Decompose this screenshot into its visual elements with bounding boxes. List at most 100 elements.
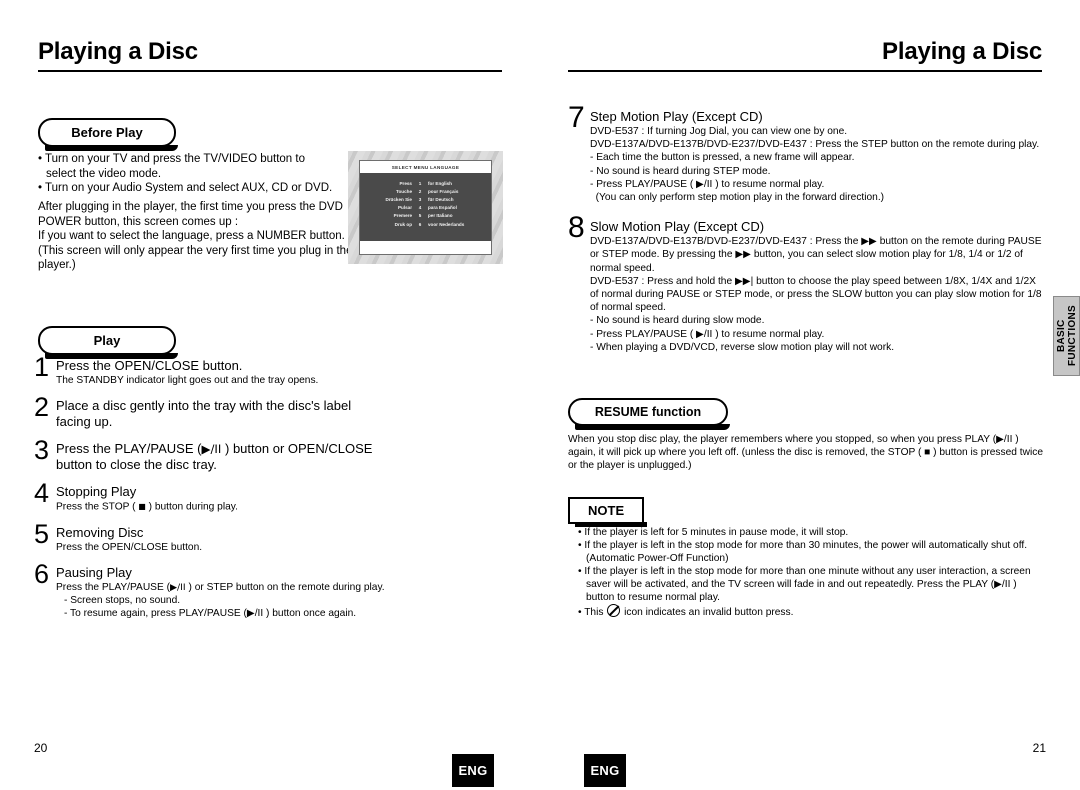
- before-play-paragraph-line: POWER button, this screen comes up :: [38, 215, 239, 228]
- play-step-sub-post: ) or STEP button on the remote during pl…: [188, 581, 385, 593]
- tv-language-number: 4: [418, 205, 422, 211]
- play-step: 2 Place a disc gently into the tray with…: [34, 394, 404, 430]
- note-bullets: • If the player is left for 5 minutes in…: [578, 526, 1046, 619]
- right-steps-list: 7 Step Motion Play (Except CD) DVD-E537 …: [568, 101, 1046, 365]
- play-steps-list: 1 Press the OPEN/CLOSE button. The STAND…: [34, 354, 404, 631]
- tv-screen-title: SELECT MENU LANGUAGE: [360, 161, 491, 173]
- left-page-header: Playing a Disc: [38, 38, 502, 72]
- page-title: Playing a Disc: [38, 38, 198, 65]
- right-step-number: 7: [568, 101, 585, 134]
- right-step-line: - No sound is heard during STEP mode.: [590, 165, 771, 177]
- tv-language-number: 6: [418, 221, 422, 227]
- note-bullet: • If the player is left in the stop mode…: [578, 566, 1031, 603]
- tv-language-verb: Press: [399, 180, 412, 186]
- resume-text: When you stop disc play, the player reme…: [568, 434, 1043, 471]
- side-tab-basic-functions[interactable]: BASIC FUNCTIONS: [1053, 296, 1080, 376]
- before-play-paragraph: After plugging in the player, the first …: [38, 200, 358, 273]
- play-pause-icon: ▶/II: [170, 581, 189, 593]
- play-step-sub: Press the PLAY/PAUSE (▶/II ) or STEP but…: [56, 581, 404, 594]
- left-page-number: 20: [34, 741, 48, 755]
- before-play-paragraph-line: (This screen will only appear the very f…: [38, 244, 353, 272]
- play-heading: Play: [38, 326, 178, 359]
- play-step-number: 5: [34, 518, 50, 549]
- play-step-sub: Press the OPEN/CLOSE button.: [56, 541, 203, 553]
- play-step-title: Press the PLAY/PAUSE (▶/II ) button or O…: [56, 441, 376, 473]
- right-step-line: DVD-E137A/DVD-E137B/DVD-E237/DVD-E437 : …: [590, 236, 1042, 274]
- before-play-bullet: • Turn on your Audio System and select A…: [38, 182, 333, 194]
- tv-language-verb: Touche: [396, 188, 412, 194]
- play-step-sub: Press the STOP ( ■ ) button during play.: [56, 500, 404, 514]
- tv-language-row: Drücken Sie 3 für Deutsch: [360, 196, 491, 204]
- tv-language-verb: Drücken Sie: [385, 196, 412, 202]
- before-play-bullet: • Turn on your TV and press the TV/VIDEO…: [38, 153, 305, 180]
- right-language-badge: ENG: [584, 754, 626, 787]
- note-bullet: • If the player is left in the stop mode…: [578, 540, 1028, 564]
- tv-language-name: für Deutsch: [428, 196, 454, 202]
- note-bullet-pre: • This: [578, 607, 607, 618]
- left-language-badge: ENG: [452, 754, 494, 787]
- note-heading: NOTE: [568, 497, 648, 527]
- play-step-dash: - Screen stops, no sound.: [64, 594, 181, 606]
- note-bullet: • If the player is left for 5 minutes in…: [578, 527, 849, 538]
- tv-language-row: Premere 5 per Italiano: [360, 212, 491, 220]
- right-step-number: 8: [568, 211, 585, 245]
- play-step-sub-pre: Press the PLAY/PAUSE (: [56, 581, 170, 593]
- note-bullet-post: icon indicates an invalid button press.: [621, 607, 794, 618]
- right-step-line: - No sound is heard during slow mode.: [590, 315, 765, 327]
- page-title: Playing a Disc: [882, 38, 1042, 65]
- tv-language-name: voor Nederlands: [428, 221, 465, 227]
- tv-screen-image: SELECT MENU LANGUAGE Press 1 for English…: [348, 151, 503, 264]
- play-pause-icon: ▶/II: [201, 442, 226, 456]
- right-step-title: Step Motion Play (Except CD): [590, 109, 763, 124]
- before-play-paragraph-line: After plugging in the player, the first …: [38, 201, 343, 213]
- play-step-title: Press the OPEN/CLOSE button.: [56, 358, 243, 373]
- before-play-paragraph-line: If you want to select the language, pres…: [38, 230, 345, 242]
- side-tab-label: BASIC FUNCTIONS: [1055, 305, 1078, 367]
- note-bullet: • This icon indicates an invalid button …: [578, 604, 1046, 619]
- play-step: 4 Stopping Play Press the STOP ( ■ ) but…: [34, 478, 404, 514]
- tv-language-row: Pulsar 4 para Español: [360, 204, 491, 212]
- play-step-title: Stopping Play: [56, 484, 137, 499]
- note-heading-wrap: NOTE: [568, 497, 648, 527]
- right-step-line: DVD-E537 : Press and hold the ▶▶| button…: [590, 275, 1042, 314]
- play-step: 1 Press the OPEN/CLOSE button. The STAND…: [34, 354, 404, 387]
- right-step-line: DVD-E137A/DVD-E137B/DVD-E237/DVD-E437 : …: [590, 139, 1040, 151]
- play-heading-wrap: Play: [38, 326, 178, 359]
- right-page-number: 21: [1032, 741, 1046, 755]
- tv-language-row: Druk op 6 voor Nederlands: [360, 221, 491, 229]
- invalid-button-icon: [607, 604, 621, 617]
- tv-language-name: para Español: [428, 205, 457, 211]
- play-step-sub: The STANDBY indicator light goes out and…: [56, 375, 319, 386]
- tv-screen-language-list: Press 1 for English Touche 2 pour França…: [360, 172, 491, 241]
- play-step-number: 6: [34, 558, 50, 589]
- play-step-title: Place a disc gently into the tray with t…: [56, 398, 352, 429]
- tv-language-verb: Druk op: [394, 221, 412, 227]
- manual-page-spread: Playing a Disc Before Play • Turn on you…: [0, 0, 1080, 790]
- right-step-line: DVD-E537 : If turning Jog Dial, you can …: [590, 126, 848, 137]
- left-page: Playing a Disc Before Play • Turn on you…: [0, 0, 540, 790]
- play-step-title: Pausing Play: [56, 564, 132, 580]
- right-step-line: - Press PLAY/PAUSE ( ▶/II ) to resume no…: [590, 178, 825, 190]
- play-step-number: 4: [34, 478, 50, 508]
- header-rule: [38, 70, 502, 72]
- tv-language-number: 2: [418, 188, 422, 194]
- right-step: 8 Slow Motion Play (Except CD) DVD-E137A…: [568, 211, 1046, 354]
- right-step-line: - Each time the button is pressed, a new…: [590, 152, 855, 164]
- play-step-title-pre: Press the PLAY/PAUSE (: [56, 441, 202, 456]
- tv-screen-inner: SELECT MENU LANGUAGE Press 1 for English…: [359, 160, 492, 255]
- tv-language-row: Press 1 for English: [360, 180, 491, 188]
- right-page: Playing a Disc 7 Step Motion Play (Excep…: [540, 0, 1080, 790]
- before-play-heading-wrap: Before Play: [38, 118, 178, 151]
- tv-language-number: 5: [418, 213, 422, 219]
- right-step-line: - When playing a DVD/VCD, reverse slow m…: [590, 341, 895, 353]
- tv-language-number: 3: [418, 196, 422, 202]
- tv-language-verb: Premere: [393, 213, 412, 219]
- tv-screen-footer-bar: [360, 241, 491, 254]
- play-step-dash: - To resume again, press PLAY/PAUSE (▶/I…: [64, 607, 357, 619]
- right-step-line: - Press PLAY/PAUSE ( ▶/II ) to resume no…: [590, 328, 825, 340]
- tv-language-name: for English: [428, 180, 452, 186]
- stop-icon: ■: [138, 502, 146, 511]
- tv-language-name: per Italiano: [428, 213, 453, 219]
- play-step: 5 Removing Disc Press the OPEN/CLOSE but…: [34, 518, 404, 554]
- play-step: 3 Press the PLAY/PAUSE (▶/II ) button or…: [34, 437, 404, 473]
